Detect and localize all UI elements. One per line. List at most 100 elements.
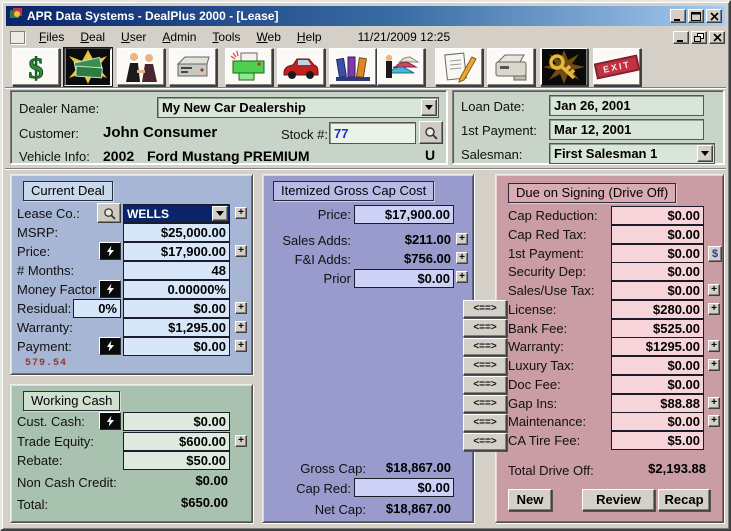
sales-adds-add-button[interactable]: + bbox=[456, 233, 468, 245]
months-field[interactable]: 48 bbox=[123, 261, 230, 280]
residual-field[interactable]: $0.00 bbox=[123, 299, 230, 318]
loan-date-field[interactable]: Jan 26, 2001 bbox=[549, 95, 704, 116]
dealer-name-select[interactable]: My New Car Dealership bbox=[157, 97, 439, 118]
stock-search-button[interactable] bbox=[419, 121, 443, 144]
gap-ins-field[interactable]: $88.88 bbox=[611, 394, 704, 413]
first-payment-dollar-button[interactable]: $ bbox=[708, 246, 722, 262]
forms-button[interactable] bbox=[435, 48, 483, 86]
lease-co-select[interactable]: WELLS bbox=[123, 204, 230, 223]
new-button[interactable]: New bbox=[508, 489, 552, 511]
maintenance-field[interactable]: $0.00 bbox=[611, 412, 704, 431]
rebate-label: Rebate: bbox=[17, 453, 63, 468]
inventory-button[interactable] bbox=[377, 48, 425, 86]
finance-button[interactable]: $ bbox=[12, 48, 60, 86]
money-factor-field[interactable]: 0.00000% bbox=[123, 280, 230, 299]
doc-fee-field[interactable]: $0.00 bbox=[611, 375, 704, 394]
stock-label: Stock #: bbox=[281, 127, 328, 142]
chevron-down-icon[interactable] bbox=[421, 99, 437, 116]
warranty-add-button[interactable]: + bbox=[235, 321, 247, 333]
maintenance-add-button[interactable]: + bbox=[708, 415, 720, 427]
security-dep-field[interactable]: $0.00 bbox=[611, 262, 704, 281]
titlebar[interactable]: APR Data Systems - DealPlus 2000 - [Leas… bbox=[6, 6, 725, 26]
trade-equity-field[interactable]: $600.00 bbox=[123, 432, 230, 451]
print-button[interactable] bbox=[225, 48, 273, 86]
payment-add-button[interactable]: + bbox=[235, 340, 247, 352]
price-add-button[interactable]: + bbox=[235, 245, 247, 257]
chevron-down-icon[interactable] bbox=[697, 145, 713, 162]
license-field[interactable]: $280.00 bbox=[611, 300, 704, 319]
menu-tools[interactable]: Tools bbox=[204, 29, 248, 45]
warranty-field[interactable]: $1,295.00 bbox=[123, 318, 230, 337]
rebate-field[interactable]: $50.00 bbox=[123, 451, 230, 470]
menu-user[interactable]: User bbox=[113, 29, 154, 45]
transfer-button-maintenance[interactable]: <==> bbox=[463, 414, 507, 432]
cust-cash-field[interactable]: $0.00 bbox=[123, 412, 230, 431]
menu-files[interactable]: Files bbox=[31, 29, 72, 45]
transfer-button-license[interactable]: <==> bbox=[463, 300, 507, 318]
menu-web[interactable]: Web bbox=[248, 29, 288, 45]
warranty-due-field[interactable]: $1295.00 bbox=[611, 337, 704, 356]
prior-add-button[interactable]: + bbox=[456, 271, 468, 283]
cap-reduction-field[interactable]: $0.00 bbox=[611, 206, 704, 225]
transfer-button-doc-fee[interactable]: <==> bbox=[463, 376, 507, 394]
msrp-field[interactable]: $25,000.00 bbox=[123, 223, 230, 242]
sales-use-tax-field[interactable]: $0.00 bbox=[611, 281, 704, 300]
cap-price-field[interactable]: $17,900.00 bbox=[354, 205, 454, 224]
salesman-select[interactable]: First Salesman 1 bbox=[549, 143, 715, 164]
warranty-due-add-button[interactable]: + bbox=[708, 340, 720, 352]
residual-pct-field[interactable]: 0% bbox=[73, 299, 121, 318]
customer-button[interactable] bbox=[117, 48, 165, 86]
cust-cash-flash-button[interactable] bbox=[99, 412, 121, 430]
recap-button[interactable]: Recap bbox=[658, 489, 710, 511]
transfer-button-warranty[interactable]: <==> bbox=[463, 338, 507, 356]
security-button[interactable] bbox=[540, 48, 588, 86]
chevron-down-icon[interactable] bbox=[212, 206, 228, 221]
residual-add-button[interactable]: + bbox=[235, 302, 247, 314]
close-button[interactable] bbox=[706, 9, 722, 23]
mdi-child-icon[interactable] bbox=[10, 30, 25, 44]
menu-help[interactable]: Help bbox=[289, 29, 330, 45]
stock-input[interactable]: 77 bbox=[329, 122, 416, 144]
price-field[interactable]: $17,900.00 bbox=[123, 242, 230, 261]
bank-fee-field[interactable]: $525.00 bbox=[611, 319, 704, 338]
total-drive-off-label: Total Drive Off: bbox=[508, 463, 594, 478]
current-deal-title: Current Deal bbox=[23, 181, 113, 201]
copier-button[interactable] bbox=[487, 48, 535, 86]
payment-flash-button[interactable] bbox=[99, 337, 121, 355]
transfer-button-luxury-tax[interactable]: <==> bbox=[463, 357, 507, 375]
exit-button[interactable]: EXIT bbox=[593, 48, 641, 86]
fax-button[interactable] bbox=[169, 48, 217, 86]
gap-ins-add-button[interactable]: + bbox=[708, 397, 720, 409]
sales-use-tax-add-button[interactable]: + bbox=[708, 284, 720, 296]
payment-field[interactable]: $0.00 bbox=[123, 337, 230, 356]
trade-equity-add-button[interactable]: + bbox=[235, 435, 247, 447]
review-button[interactable]: Review bbox=[582, 489, 655, 511]
cap-red-field[interactable]: $0.00 bbox=[354, 478, 454, 497]
license-add-button[interactable]: + bbox=[708, 303, 720, 315]
mdi-restore-button[interactable] bbox=[691, 30, 707, 44]
lease-search-button[interactable] bbox=[97, 203, 121, 223]
menu-admin[interactable]: Admin bbox=[154, 29, 204, 45]
library-button[interactable] bbox=[329, 48, 377, 86]
money-factor-flash-button[interactable] bbox=[99, 280, 121, 298]
first-payment-field[interactable]: Mar 12, 2001 bbox=[549, 119, 704, 140]
cash-deal-button[interactable] bbox=[64, 48, 112, 86]
vehicle-button[interactable] bbox=[277, 48, 325, 86]
fi-adds-add-button[interactable]: + bbox=[456, 252, 468, 264]
price-flash-button[interactable] bbox=[99, 242, 121, 260]
luxury-tax-field[interactable]: $0.00 bbox=[611, 356, 704, 375]
transfer-button-gap-ins[interactable]: <==> bbox=[463, 395, 507, 413]
ca-tire-fee-field[interactable]: $5.00 bbox=[611, 431, 704, 450]
prior-field[interactable]: $0.00 bbox=[354, 269, 454, 288]
first-payment-due-field[interactable]: $0.00 bbox=[611, 244, 704, 263]
maximize-button[interactable] bbox=[688, 9, 704, 23]
luxury-tax-add-button[interactable]: + bbox=[708, 359, 720, 371]
transfer-button-ca-tire-fee[interactable]: <==> bbox=[463, 433, 507, 451]
cap-red-tax-field[interactable]: $0.00 bbox=[611, 225, 704, 244]
mdi-minimize-button[interactable] bbox=[673, 30, 689, 44]
menu-deal[interactable]: Deal bbox=[72, 29, 113, 45]
transfer-button-bank-fee[interactable]: <==> bbox=[463, 319, 507, 337]
minimize-button[interactable] bbox=[670, 9, 686, 23]
lease-add-button[interactable]: + bbox=[235, 207, 247, 219]
mdi-close-button[interactable] bbox=[709, 30, 725, 44]
